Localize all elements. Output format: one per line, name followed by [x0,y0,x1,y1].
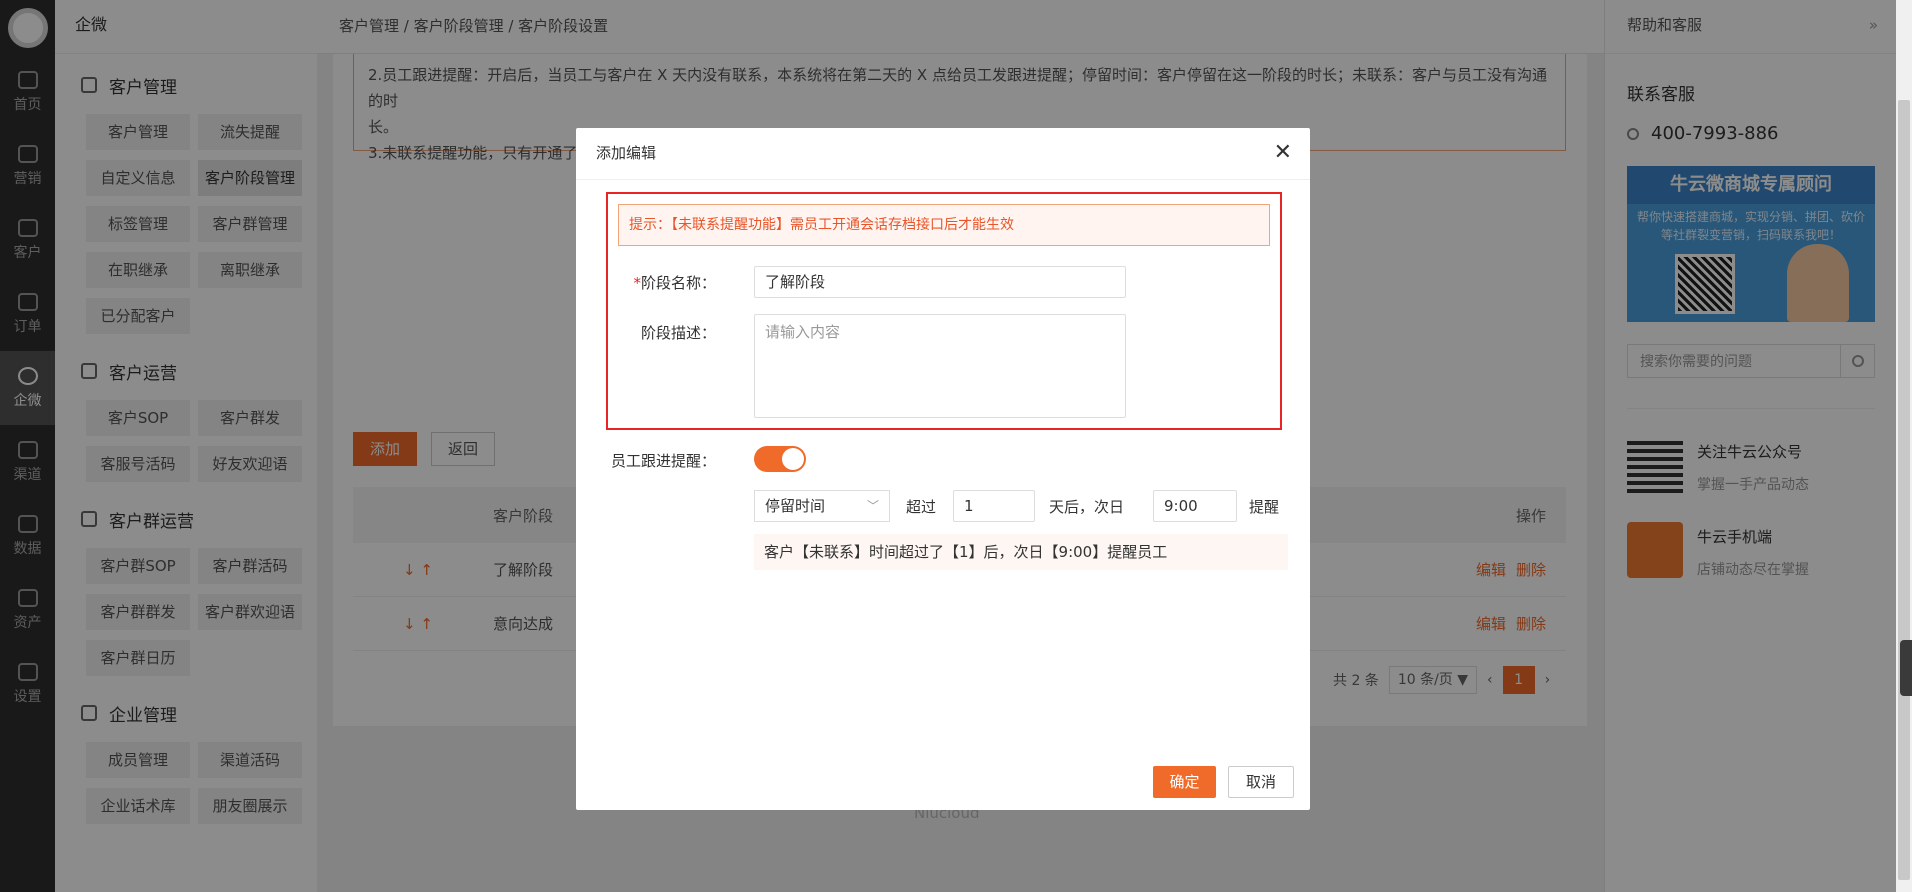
dialog-header: 添加编辑 ✕ [576,128,1310,180]
next-day-label: 天后，次日 [1049,498,1125,516]
stage-name-input[interactable]: 了解阶段 [754,266,1126,298]
remind-toggle[interactable] [754,446,806,472]
chevron-down-icon: ﹀ [866,499,879,513]
page-scrollbar[interactable] [1896,0,1912,892]
modal-overlay: 添加编辑 ✕ 提示：【未联系提醒功能】需员工开通会话存档接口后才能生效 *阶段名… [0,0,1896,892]
stage-name-label: *阶段名称： [633,274,716,292]
floating-widget[interactable] [1900,640,1912,696]
remind-label: 员工跟进提醒： [610,452,716,470]
dialog-title: 添加编辑 [596,144,657,162]
close-icon[interactable]: ✕ [1274,128,1292,178]
stage-desc-label: 阶段描述： [640,324,716,342]
cancel-button[interactable]: 取消 [1228,766,1294,798]
remind-word: 提醒 [1249,498,1280,516]
days-input[interactable]: 1 [953,490,1035,522]
add-edit-dialog: 添加编辑 ✕ 提示：【未联系提醒功能】需员工开通会话存档接口后才能生效 *阶段名… [576,128,1310,810]
exceed-label: 超过 [906,498,937,516]
tip-banner: 提示：【未联系提醒功能】需员工开通会话存档接口后才能生效 [618,204,1270,246]
confirm-button[interactable]: 确定 [1153,766,1216,798]
stage-desc-textarea[interactable]: 请输入内容 [754,314,1126,418]
remind-summary: 客户【未联系】时间超过了【1】后，次日【9:00】提醒员工 [754,534,1288,570]
time-input[interactable]: 9:00 [1153,490,1237,522]
condition-select[interactable]: 停留时间 ﹀ [754,490,890,522]
